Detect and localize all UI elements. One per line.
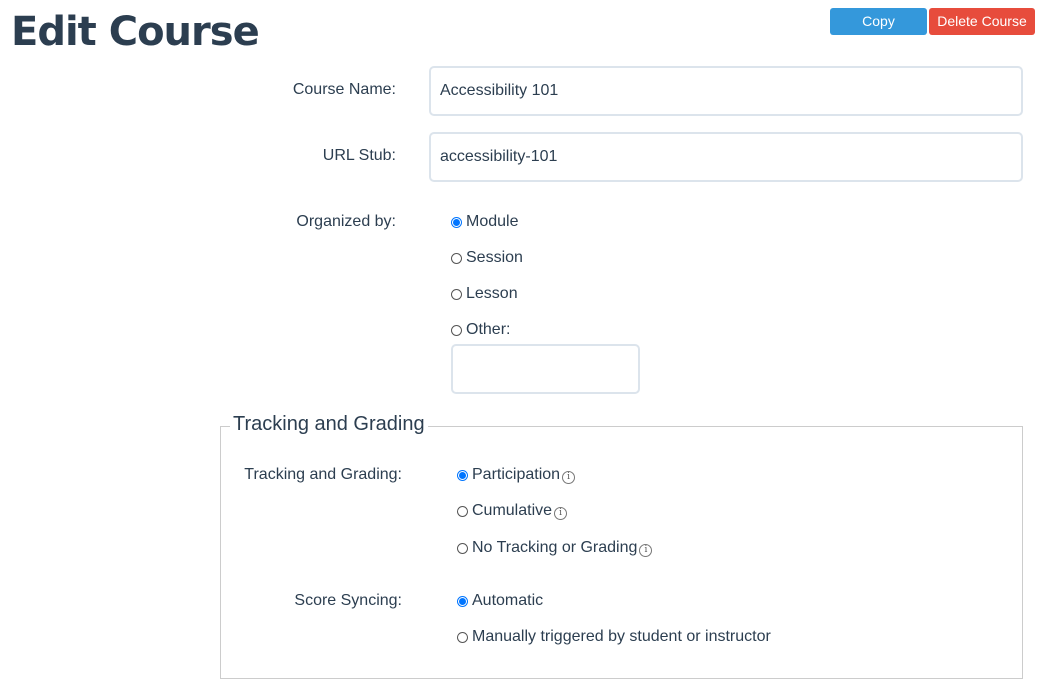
option-label: Module [466,213,519,230]
radio-cumulative[interactable] [457,505,468,517]
option-label: Automatic [472,592,544,609]
radio-automatic[interactable] [457,595,468,607]
score-option-automatic[interactable]: Automatic [457,592,543,610]
copy-course-button[interactable]: Copy Course [830,8,927,56]
tracking-option-cumulative[interactable]: Cumulative i [457,502,568,520]
tracking-option-participation[interactable]: Participation i [457,466,576,484]
radio-no-tracking[interactable] [457,542,468,554]
option-label: Participation [472,466,561,483]
option-label: Manually triggered by student or instruc… [472,628,771,645]
delete-course-button[interactable]: Delete Course [929,8,1035,35]
radio-module[interactable] [451,216,462,228]
info-icon[interactable]: i [554,506,568,520]
radio-other[interactable] [451,324,462,336]
organized-by-option-lesson[interactable]: Lesson [451,285,518,303]
option-label: Lesson [466,285,518,302]
url-stub-label: URL Stub: [322,147,396,164]
score-syncing-label: Score Syncing: [294,592,402,609]
organized-by-option-session[interactable]: Session [451,249,523,267]
tracking-grading-legend: Tracking and Grading [230,413,428,436]
radio-manual[interactable] [457,631,468,643]
radio-lesson[interactable] [451,288,462,300]
radio-participation[interactable] [457,469,468,481]
info-icon[interactable]: i [639,543,653,557]
option-label: Cumulative [472,502,553,519]
option-label: Other: [466,321,511,338]
info-icon[interactable]: i [562,470,576,484]
course-name-input[interactable] [429,66,1023,116]
url-stub-input[interactable] [429,132,1023,182]
page-title: Edit Course [11,9,260,55]
organized-by-option-module[interactable]: Module [451,213,518,231]
option-label: Session [466,249,523,266]
course-name-label: Course Name: [292,81,396,98]
organized-by-other-input[interactable] [451,344,640,394]
tracking-grading-label: Tracking and Grading: [244,466,402,483]
score-option-manual[interactable]: Manually triggered by student or instruc… [457,628,771,646]
option-label: No Tracking or Grading [472,539,638,556]
organized-by-label: Organized by: [296,213,396,230]
radio-session[interactable] [451,252,462,264]
organized-by-option-other[interactable]: Other: [451,321,510,339]
tracking-option-none[interactable]: No Tracking or Grading i [457,539,653,557]
